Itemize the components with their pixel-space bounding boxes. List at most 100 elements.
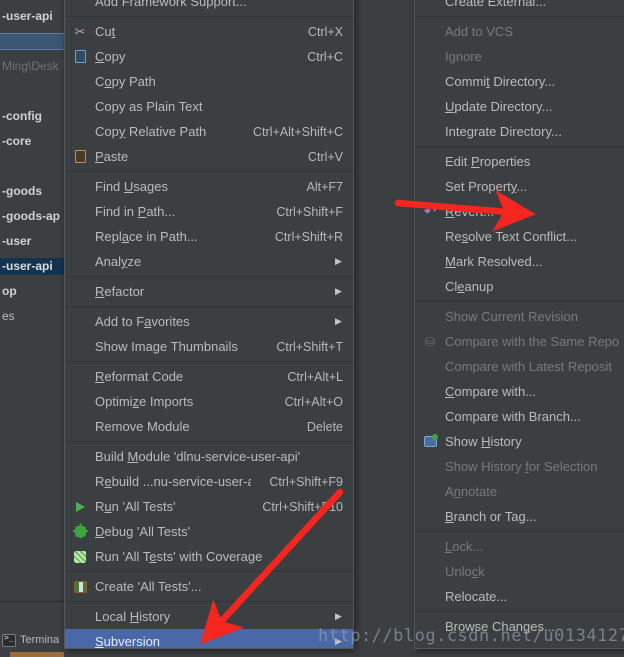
chevron-right-icon: ▶ xyxy=(335,256,342,266)
tree-row[interactable]: -config xyxy=(0,108,65,125)
copy-icon-glyph xyxy=(74,50,86,63)
menu-item-paste[interactable]: Paste Ctrl+V xyxy=(65,144,353,169)
tree-row[interactable]: -user-api xyxy=(0,258,65,275)
menu-item-shortcut: Ctrl+Shift+F10 xyxy=(262,499,343,514)
menu-item-shortcut: Ctrl+C xyxy=(307,49,343,64)
tool-window-bar: Termina xyxy=(0,601,65,657)
menu-item-set-property[interactable]: Set Property... xyxy=(415,174,624,199)
menu-item-run-all-tests-with-coverage[interactable]: Run 'All Tests' with Coverage xyxy=(65,544,353,569)
tree-row[interactable]: Ming\Desk xyxy=(0,58,65,75)
menu-item-create-all-tests[interactable]: Create 'All Tests'... xyxy=(65,574,353,599)
tree-row[interactable]: -core xyxy=(0,133,65,150)
icon-placeholder xyxy=(69,449,91,465)
menu-item-update-directory[interactable]: Update Directory... xyxy=(415,94,624,119)
icon-placeholder xyxy=(69,99,91,115)
menu-item-label: Browse Changes... xyxy=(445,619,555,634)
menu-item-commit-directory[interactable]: Commit Directory... xyxy=(415,69,624,94)
tree-row[interactable] xyxy=(0,33,65,50)
bank-icon: ⛁ xyxy=(419,334,441,350)
menu-separator xyxy=(415,301,624,302)
chevron-right-icon: ▶ xyxy=(335,286,342,296)
menu-item-shortcut: Ctrl+Alt+L xyxy=(287,369,343,384)
menu-item-add-to-favorites[interactable]: Add to Favorites ▶ xyxy=(65,309,353,334)
menu-item-label: Annotate xyxy=(445,484,498,499)
menu-item-copy[interactable]: Copy Ctrl+C xyxy=(65,44,353,69)
project-context-menu[interactable]: Add Framework Support... ✂ Cut Ctrl+X Copy Ct… xyxy=(64,0,354,649)
menu-item-label: Optimize Imports xyxy=(95,394,194,409)
menu-item-rebuild-nu-service-user-api[interactable]: Rebuild ...nu-service-user-api' Ctrl+Shif… xyxy=(65,469,353,494)
icon-placeholder xyxy=(419,279,441,295)
menu-item-label: Rebuild ...nu-service-user-api' xyxy=(95,474,251,489)
tree-row[interactable]: -user xyxy=(0,233,65,250)
tree-row[interactable]: op xyxy=(0,283,65,300)
menu-item-create-external[interactable]: Create External... xyxy=(415,0,624,14)
menu-item-subversion[interactable]: Subversion ▶ xyxy=(65,629,353,648)
menu-item-label: Refactor xyxy=(95,284,145,299)
menu-item-add-framework-support[interactable]: Add Framework Support... xyxy=(65,0,353,14)
menu-item-browse-changes[interactable]: Browse Changes... xyxy=(415,614,624,639)
menu-item-refactor[interactable]: Refactor ▶ xyxy=(65,279,353,304)
menu-item-copy-relative-path[interactable]: Copy Relative Path Ctrl+Alt+Shift+C xyxy=(65,119,353,144)
menu-item-find-usages[interactable]: Find Usages Alt+F7 xyxy=(65,174,353,199)
menu-item-show-image-thumbnails[interactable]: Show Image Thumbnails Ctrl+Shift+T xyxy=(65,334,353,359)
menu-item-analyze[interactable]: Analyze ▶ xyxy=(65,249,353,274)
menu-item-build-module-dlnu-service-user-api[interactable]: Build Module 'dlnu-service-user-api' xyxy=(65,444,353,469)
menu-item-local-history[interactable]: Local History ▶ xyxy=(65,604,353,629)
menu-item-shortcut: Ctrl+Alt+Shift+C xyxy=(253,124,343,139)
tree-row[interactable] xyxy=(0,158,65,175)
menu-item-compare-with[interactable]: Compare with... xyxy=(415,379,624,404)
menu-item-branch-or-tag[interactable]: Branch or Tag... xyxy=(415,504,624,529)
tree-row[interactable]: -goods xyxy=(0,183,65,200)
menu-item-replace-in-path[interactable]: Replace in Path... Ctrl+Shift+R xyxy=(65,224,353,249)
menu-item-label: Set Property... xyxy=(445,179,528,194)
menu-item-reformat-code[interactable]: Reformat Code Ctrl+Alt+L xyxy=(65,364,353,389)
subversion-submenu[interactable]: Create External... Add to VCS Ignore Commit… xyxy=(414,0,624,649)
menu-item-debug-all-tests[interactable]: Debug 'All Tests' xyxy=(65,519,353,544)
paste-icon-glyph xyxy=(74,150,86,163)
menu-item-label: Show Image Thumbnails xyxy=(95,339,238,354)
menu-item-resolve-text-conflict[interactable]: Resolve Text Conflict... xyxy=(415,224,624,249)
menu-item-cleanup[interactable]: Cleanup xyxy=(415,274,624,299)
menu-item-revert[interactable]: ↶ Revert... xyxy=(415,199,624,224)
paste-icon xyxy=(69,149,91,165)
icon-placeholder xyxy=(69,609,91,625)
menu-item-run-all-tests[interactable]: Run 'All Tests' Ctrl+Shift+F10 xyxy=(65,494,353,519)
menu-separator xyxy=(65,171,353,172)
menu-item-relocate[interactable]: Relocate... xyxy=(415,584,624,609)
menu-item-annotate: Annotate xyxy=(415,479,624,504)
menu-item-shortcut: Ctrl+Shift+T xyxy=(276,339,343,354)
menu-item-mark-resolved[interactable]: Mark Resolved... xyxy=(415,249,624,274)
menu-item-copy-path[interactable]: Copy Path xyxy=(65,69,353,94)
menu-item-find-in-path[interactable]: Find in Path... Ctrl+Shift+F xyxy=(65,199,353,224)
tree-row[interactable] xyxy=(0,83,65,100)
menu-item-copy-as-plain-text[interactable]: Copy as Plain Text xyxy=(65,94,353,119)
menu-item-compare-with-branch[interactable]: Compare with Branch... xyxy=(415,404,624,429)
menu-item-label: Mark Resolved... xyxy=(445,254,543,269)
run-icon-glyph xyxy=(75,501,85,512)
menu-separator xyxy=(65,276,353,277)
icon-placeholder xyxy=(419,564,441,580)
chevron-right-icon: ▶ xyxy=(335,636,342,646)
menu-item-label: Create 'All Tests'... xyxy=(95,579,202,594)
icon-placeholder xyxy=(69,0,91,10)
menu-item-label: Compare with Latest Reposit xyxy=(445,359,612,374)
menu-item-optimize-imports[interactable]: Optimize Imports Ctrl+Alt+O xyxy=(65,389,353,414)
tree-row[interactable]: -user-api xyxy=(0,8,65,25)
icon-placeholder xyxy=(419,99,441,115)
menu-item-label: Compare with Branch... xyxy=(445,409,581,424)
menu-item-remove-module[interactable]: Remove Module Delete xyxy=(65,414,353,439)
project-tool-window[interactable]: -user-api Ming\Desk -config -core -goods -goo… xyxy=(0,0,65,601)
tree-row[interactable]: -goods-ap xyxy=(0,208,65,225)
icon-placeholder xyxy=(419,589,441,605)
menu-item-cut[interactable]: ✂ Cut Ctrl+X xyxy=(65,19,353,44)
revert-icon: ↶ xyxy=(419,203,441,220)
icon-placeholder xyxy=(419,0,441,10)
menu-item-edit-properties[interactable]: Edit Properties xyxy=(415,149,624,174)
terminal-tool-button[interactable]: Termina xyxy=(2,630,59,650)
menu-separator xyxy=(65,16,353,17)
tree-row[interactable]: es xyxy=(0,308,65,325)
menu-item-integrate-directory[interactable]: Integrate Directory... xyxy=(415,119,624,144)
menu-separator xyxy=(65,306,353,307)
menu-item-show-history[interactable]: Show History xyxy=(415,429,624,454)
chevron-right-icon: ▶ xyxy=(335,611,342,621)
